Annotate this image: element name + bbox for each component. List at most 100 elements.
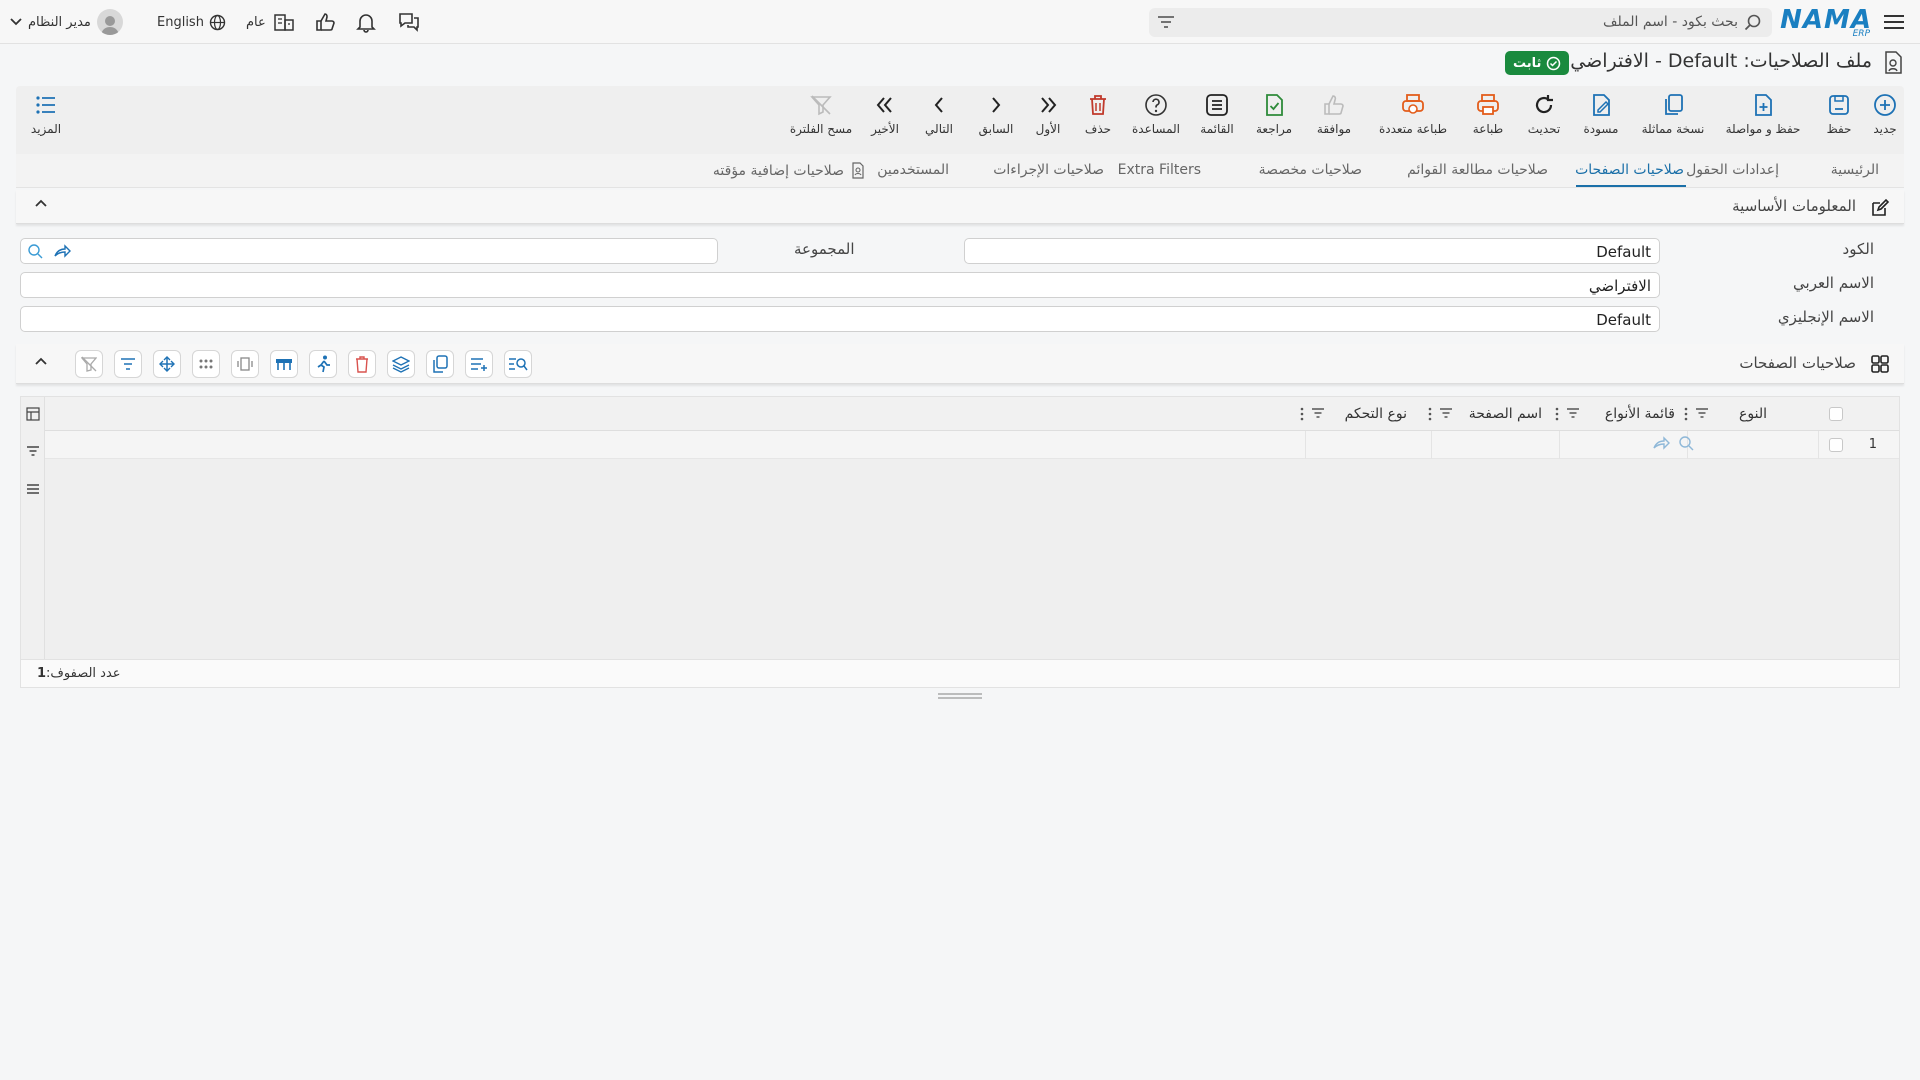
copy-rows-icon[interactable] [426,350,454,378]
open-record-icon[interactable] [53,244,71,258]
col-page-name[interactable]: اسم الصفحة [1469,406,1542,422]
multi-print-icon [1402,94,1424,114]
col-control-type[interactable]: نوع التحكم [1345,406,1407,422]
tab-extra-filters[interactable]: Extra Filters [1118,162,1201,178]
multi-print-button[interactable]: طباعة متعددة [1369,92,1457,136]
row-checkbox[interactable] [1829,438,1843,452]
delete-row-icon[interactable] [348,350,376,378]
table-row[interactable]: 1 [45,431,1899,459]
chevron-up-icon[interactable] [34,198,48,208]
list-button[interactable]: القائمة [1192,92,1242,136]
table-icon[interactable] [270,350,298,378]
tab-page-permissions[interactable]: صلاحيات الصفحات [1575,162,1684,178]
clear-filter-icon[interactable] [75,350,103,378]
delete-button[interactable]: حذف [1076,92,1120,136]
save-continue-button[interactable]: حفظ و مواصلة [1718,92,1808,136]
grid-icon [1870,354,1890,374]
first-button[interactable]: الأول [1026,92,1070,136]
filter-icon[interactable] [1566,407,1580,419]
filter-icon[interactable] [114,350,142,378]
help-button[interactable]: المساعدة [1126,92,1186,136]
user-name: مدير النظام [28,14,91,30]
refresh-button[interactable]: تحديث [1519,92,1569,136]
lookup-icon[interactable] [27,243,43,259]
approvals-icon[interactable] [311,8,339,36]
code-field[interactable]: Default [964,238,1660,264]
review-button[interactable]: مراجعة [1249,92,1299,136]
last-button[interactable]: الأخير [861,92,909,136]
print-button[interactable]: طباعة [1463,92,1513,136]
chevron-up-icon[interactable] [34,356,48,366]
hamburger-menu-icon[interactable] [1882,10,1906,34]
resize-handle[interactable] [936,692,984,700]
first-icon [1041,97,1057,113]
col-control-type-actions[interactable] [1299,407,1325,421]
search-rows-icon[interactable] [504,350,532,378]
open-record-icon[interactable] [1652,436,1670,450]
new-button[interactable]: جديد [1865,92,1905,136]
more-button[interactable]: المزيد [26,92,66,136]
top-bar: NAMA ERP بحث بكود - اسم الملف عام Englis… [0,0,1920,44]
filter-icon[interactable] [1439,407,1453,419]
draft-button[interactable]: مسودة [1576,92,1626,136]
move-icon[interactable] [153,350,181,378]
app-logo[interactable]: NAMA ERP [1780,5,1872,39]
save-icon [1829,95,1849,115]
clear-filter-button[interactable]: مسح الفلترة [786,92,856,136]
language-switch[interactable]: English [157,8,226,36]
group-field[interactable] [20,238,718,264]
tab-custom-permissions[interactable]: صلاحيات مخصصة [1259,162,1362,178]
save-button[interactable]: حفظ [1814,92,1864,136]
cell-page-name[interactable] [1431,431,1559,459]
page-permissions-header: صلاحيات الصفحات [16,344,1904,384]
kebab-menu-icon[interactable] [1554,407,1560,421]
previous-button[interactable]: السابق [972,92,1020,136]
select-all-checkbox[interactable] [1829,407,1843,421]
tab-temp-permissions[interactable]: صلاحيات إضافية مؤقته [713,162,866,179]
cell-control-type[interactable] [1305,431,1431,459]
filter-icon[interactable] [1157,14,1175,30]
permissions-file-icon [852,162,864,179]
run-icon[interactable] [309,350,337,378]
user-menu[interactable]: مدير النظام [10,8,123,36]
kebab-menu-icon[interactable] [1683,407,1689,421]
tab-field-settings[interactable]: إعدادات الحقول [1686,162,1779,178]
kebab-menu-icon[interactable] [1299,407,1305,421]
tab-list-view-permissions[interactable]: صلاحيات مطالعة القوائم [1407,162,1548,178]
scope-selector[interactable]: عام [246,8,298,36]
arabic-name-field[interactable]: الافتراضي [20,272,1660,298]
add-row-icon[interactable] [465,350,493,378]
logo-sub: ERP [1852,29,1870,39]
col-type-actions[interactable] [1683,407,1709,421]
search-input[interactable]: بحث بكود - اسم الملف [1603,14,1738,30]
col-type-list[interactable]: قائمة الأنواع [1605,406,1675,422]
chat-icon[interactable] [395,8,423,36]
tab-users[interactable]: المستخدمين [877,162,949,178]
english-name-field[interactable]: Default [20,306,1660,332]
next-button[interactable]: التالي [914,92,964,136]
tab-action-permissions[interactable]: صلاحيات الإجراءات [993,162,1104,178]
columns-icon[interactable] [26,407,40,421]
basic-info-header[interactable]: المعلومات الأساسية [16,190,1904,224]
col-type-list-actions[interactable] [1554,407,1580,421]
bell-icon[interactable] [352,8,380,36]
expand-icon[interactable] [231,350,259,378]
filter-icon[interactable] [26,445,40,457]
cell-type-list[interactable] [1559,431,1694,459]
duplicate-button[interactable]: نسخة مماثلة [1632,92,1714,136]
dots-grid-icon[interactable] [192,350,220,378]
lookup-icon[interactable] [1678,435,1694,451]
group-label: المجموعة [794,240,855,258]
approve-button[interactable]: موافقة [1306,92,1362,136]
col-type[interactable]: النوع [1739,406,1767,422]
search-box[interactable]: بحث بكود - اسم الملف [1149,8,1772,37]
layers-icon[interactable] [387,350,415,378]
cell-type[interactable] [1687,431,1817,459]
page-permissions-title: صلاحيات الصفحات [1739,354,1856,372]
tab-main[interactable]: الرئيسية [1831,162,1879,178]
filter-icon[interactable] [1311,407,1325,419]
filter-icon[interactable] [1695,407,1709,419]
col-page-name-actions[interactable] [1427,407,1453,421]
menu-lines-icon[interactable] [26,483,40,495]
kebab-menu-icon[interactable] [1427,407,1433,421]
